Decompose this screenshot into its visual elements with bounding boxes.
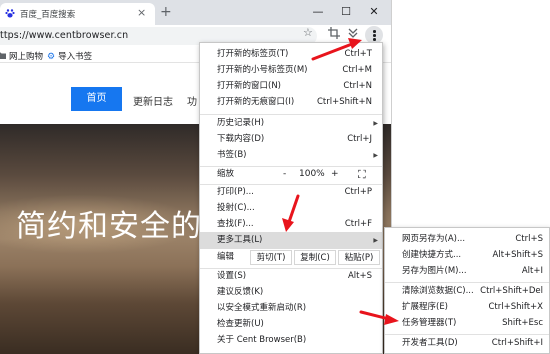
submenu-clear-browsing-data[interactable]: 清除浏览数据(C)... Ctrl+Shift+Del [385,283,549,300]
submenu-arrow-icon: ▶ [373,120,378,127]
menu-bookmarks[interactable]: 书签(B) ▶ [200,147,382,164]
more-tools-submenu: 网页另存为(A)... Ctrl+S 创建快捷方式... Alt+Shift+S 另… [384,227,550,354]
submenu-save-as-image[interactable]: 另存为图片(M)... Alt+I [385,263,549,280]
fullscreen-icon[interactable]: ⛶ [358,166,366,183]
tab-close-icon[interactable]: × [137,6,146,20]
menu-new-window[interactable]: 打开新的窗口(N) Ctrl+N [200,78,382,95]
zoom-label: 缩放 [217,169,235,179]
tab-strip: 百度_百度搜索 × + — ☐ ✕ [0,0,391,25]
bookmark-label: 网上购物 [9,52,44,62]
menu-settings[interactable]: 设置(S) Alt+S [200,268,382,285]
url-text[interactable]: ttps://www.centbrowser.cn [0,30,128,41]
nav-features-link[interactable]: 功 [187,93,197,108]
baidu-paw-icon [5,9,15,18]
submenu-task-manager[interactable]: 任务管理器(T) Shift+Esc [385,315,549,332]
bookmark-label: 导入书签 [58,52,93,62]
submenu-arrow-icon: ▶ [373,237,378,244]
double-chevron-down-icon[interactable] [347,27,359,39]
tab-title: 百度_百度搜索 [20,10,76,20]
menu-zoom-row: 缩放 - 100% + ⛶ [200,166,382,183]
submenu-extensions[interactable]: 扩展程序(E) Ctrl+Shift+X [385,299,549,316]
menu-print[interactable]: 打印(P)... Ctrl+P [200,184,382,201]
menu-copy-button[interactable]: 复制(C) [294,250,336,265]
menu-history[interactable]: 历史记录(H) ▶ [200,115,382,132]
submenu-save-page[interactable]: 网页另存为(A)... Ctrl+S [385,231,549,248]
menu-new-small-tab[interactable]: 打开新的小号标签页(M) Ctrl+M [200,62,382,79]
menu-more-tools[interactable]: 更多工具(L) ▶ [200,232,382,249]
menu-check-update[interactable]: 检查更新(U) [200,316,382,333]
browser-main-menu: 打开新的标签页(T) Ctrl+T 打开新的小号标签页(M) Ctrl+M 打开新的… [199,42,383,354]
nav-changelog-link[interactable]: 更新日志 [133,93,173,108]
minimize-button[interactable]: — [308,3,328,21]
zoom-out-button[interactable]: - [283,166,286,183]
menu-paste-button[interactable]: 粘贴(P) [338,250,380,265]
menu-about[interactable]: 关于 Cent Browser(B) [200,332,382,349]
bookmark-import[interactable]: ⚙ 导入书签 [47,50,92,62]
zoom-level: 100% [299,169,325,179]
browser-tab[interactable]: 百度_百度搜索 × [0,3,155,25]
edit-label: 编辑 [217,252,235,262]
menu-feedback[interactable]: 建议反馈(K) [200,284,382,301]
gear-icon: ⚙ [47,52,56,62]
zoom-in-button[interactable]: + [331,166,339,183]
menu-find[interactable]: 查找(F)... Ctrl+F [200,216,382,233]
bookmark-star-icon[interactable]: ☆ [303,26,313,39]
menu-downloads[interactable]: 下载内容(D) Ctrl+J [200,131,382,148]
bookmark-online-shopping[interactable]: 网上购物 [0,50,43,62]
submenu-arrow-icon: ▶ [373,152,378,159]
crop-icon[interactable] [328,27,340,39]
submenu-create-shortcut[interactable]: 创建快捷方式... Alt+Shift+S [385,247,549,264]
menu-new-tab[interactable]: 打开新的标签页(T) Ctrl+T [200,46,382,63]
menu-safe-mode-restart[interactable]: 以安全模式重新启动(R) [200,300,382,317]
new-tab-button[interactable]: + [160,4,172,20]
maximize-button[interactable]: ☐ [336,3,356,21]
submenu-developer-tools[interactable]: 开发者工具(D) Ctrl+Shift+I [385,335,549,352]
nav-home-button[interactable]: 首页 [71,87,122,111]
menu-cut-button[interactable]: 剪切(T) [250,250,292,265]
close-window-button[interactable]: ✕ [364,3,384,21]
menu-new-incognito-window[interactable]: 打开新的无痕窗口(I) Ctrl+Shift+N [200,94,382,111]
folder-icon [0,52,6,59]
menu-cast[interactable]: 投射(C)... [200,200,382,217]
